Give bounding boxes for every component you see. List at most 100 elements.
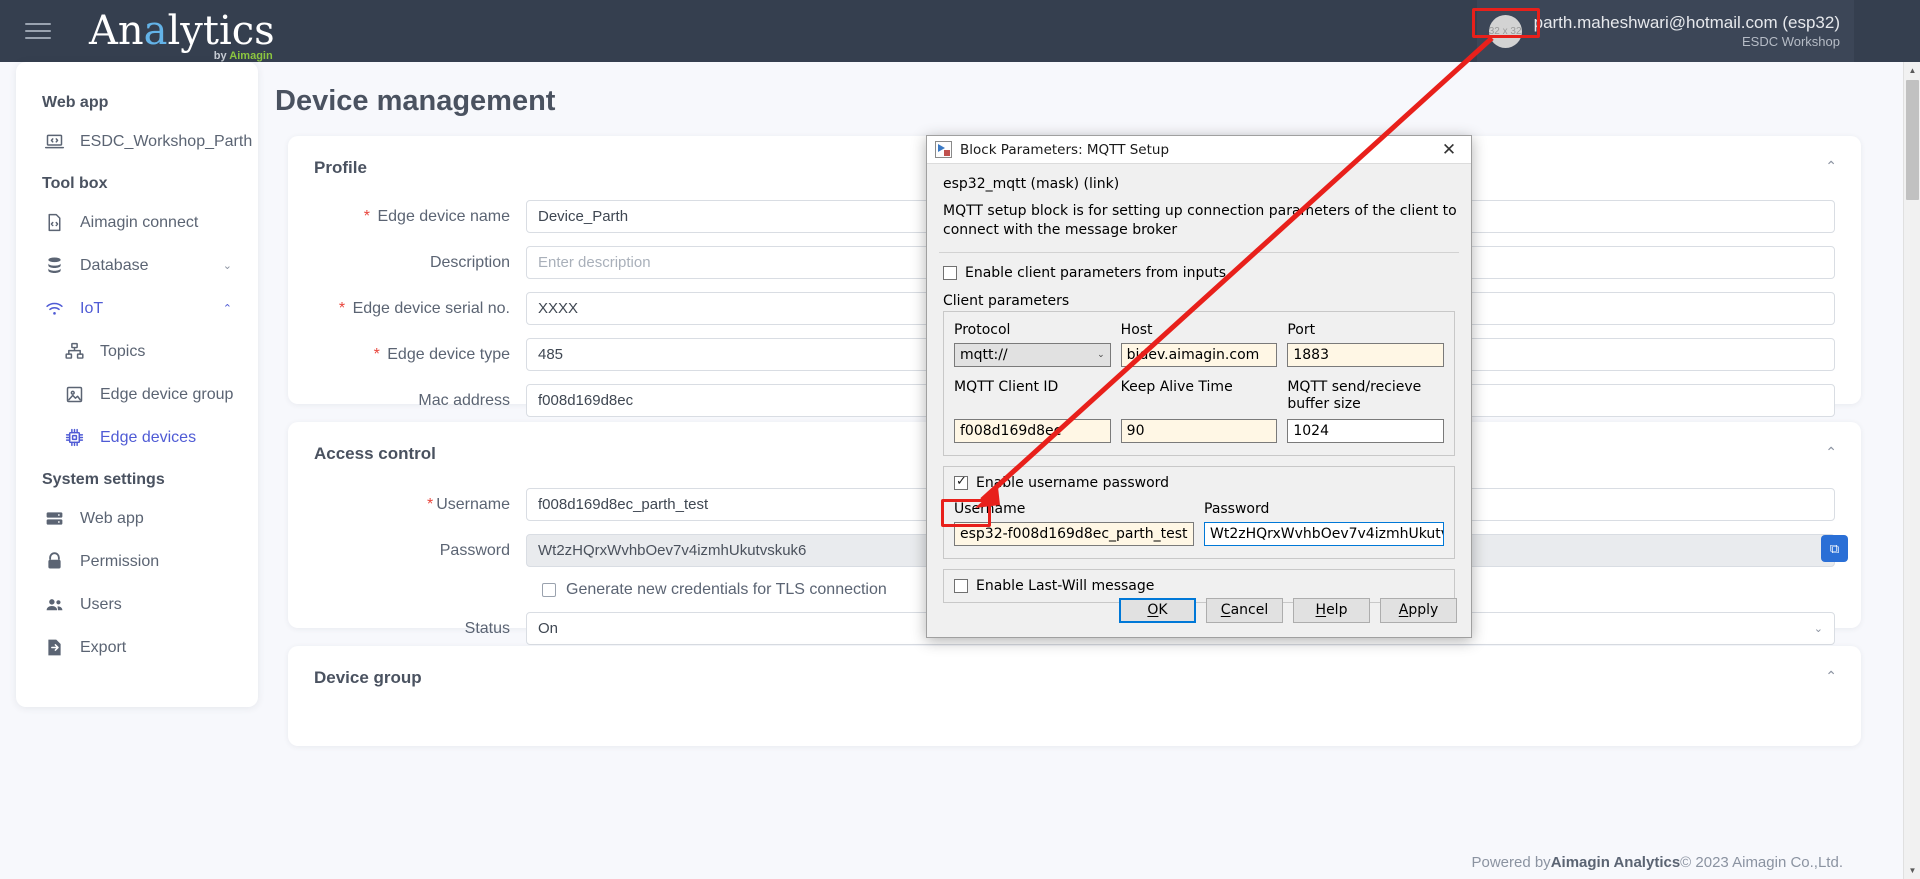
app-logo[interactable]: Analytics by Aimagin bbox=[89, 8, 275, 62]
buffer-size-field: MQTT send/recieve buffer size 1024 bbox=[1287, 379, 1445, 443]
dialog-divider bbox=[939, 252, 1459, 253]
client-id-field: MQTT Client ID f008d169d8ec bbox=[954, 379, 1111, 443]
enable-client-params-row[interactable]: Enable client parameters from inputs bbox=[943, 265, 1459, 281]
required-marker: * bbox=[363, 207, 371, 225]
ok-button[interactable]: OK bbox=[1119, 597, 1196, 623]
tls-checkbox-label: Generate new credentials for TLS connect… bbox=[566, 581, 887, 598]
mac-address-label: Mac address bbox=[418, 391, 510, 409]
device-group-card: Device group ⌃ bbox=[288, 646, 1861, 746]
buffer-size-input[interactable]: 1024 bbox=[1287, 419, 1445, 443]
sidebar-group-title: Web app bbox=[42, 94, 109, 111]
dlg-username-input[interactable]: esp32- f008d169d8ec_parth_test bbox=[954, 522, 1194, 546]
dialog-title: Block Parameters: MQTT Setup bbox=[960, 141, 1170, 158]
sidebar-item-label: IoT bbox=[80, 299, 104, 317]
footer-suffix: © 2023 Aimagin Co.,Ltd. bbox=[1680, 853, 1843, 871]
page-scrollbar[interactable]: ▲ ▼ bbox=[1903, 62, 1920, 879]
keepalive-label: Keep Alive Time bbox=[1120, 379, 1233, 395]
logo-text-part-b: lytics bbox=[167, 8, 275, 54]
device-group-collapse-icon[interactable]: ⌃ bbox=[1825, 668, 1837, 685]
dlg-password-value: Wt2zHQrxWvhbOev7v4izmhUkutvskuk6 bbox=[1210, 526, 1443, 542]
sidebar-group-title: Tool box bbox=[42, 175, 108, 192]
apply-mnemonic: A bbox=[1398, 602, 1409, 618]
chevron-down-icon: ⌄ bbox=[1097, 350, 1105, 360]
host-field: Host bidev.aimagin.com bbox=[1120, 322, 1278, 367]
sidebar: Web app ESDC_Workshop_Parth Tool box Aim… bbox=[16, 62, 258, 707]
copy-icon[interactable]: ⧉ bbox=[1821, 535, 1848, 562]
dlg-password-input[interactable]: Wt2zHQrxWvhbOev7v4izmhUkutvskuk6 bbox=[1204, 522, 1444, 546]
sidebar-item-export[interactable]: Export bbox=[16, 626, 258, 669]
enable-client-params-checkbox[interactable] bbox=[943, 266, 957, 280]
dialog-titlebar[interactable]: Block Parameters: MQTT Setup ✕ bbox=[927, 136, 1471, 164]
edge-device-type-label: * Edge device type bbox=[373, 345, 510, 363]
protocol-select[interactable]: mqtt:// ⌄ bbox=[954, 343, 1111, 367]
password-value: Wt2zHQrxWvhbOev7v4izmhUkutvskuk6 bbox=[538, 542, 807, 559]
footer-prefix: Powered by bbox=[1471, 853, 1551, 871]
sitemap-icon bbox=[62, 340, 86, 364]
protocol-value: mqtt:// bbox=[960, 347, 1008, 363]
sidebar-item-permission[interactable]: Permission bbox=[16, 540, 258, 583]
scroll-down-arrow-icon[interactable]: ▼ bbox=[1904, 862, 1920, 879]
cancel-button[interactable]: Cancel bbox=[1206, 597, 1283, 623]
hamburger-icon[interactable] bbox=[25, 18, 51, 44]
close-icon[interactable]: ✕ bbox=[1427, 136, 1471, 164]
sidebar-item-edge-device-group[interactable]: Edge device group bbox=[16, 373, 258, 416]
buffer-size-label: MQTT send/recieve buffer size bbox=[1287, 379, 1422, 412]
simulink-block-icon bbox=[935, 141, 952, 158]
sidebar-item-users[interactable]: Users bbox=[16, 583, 258, 626]
sidebar-item-label: Permission bbox=[80, 552, 160, 570]
apply-button[interactable]: Apply bbox=[1380, 597, 1457, 623]
ok-rest: K bbox=[1158, 602, 1168, 618]
lock-icon bbox=[42, 550, 66, 574]
logo-by: by bbox=[213, 50, 230, 62]
sidebar-item-aimagin-connect[interactable]: Aimagin connect bbox=[16, 201, 258, 244]
enable-userpass-row[interactable]: Enable username password bbox=[954, 474, 1444, 491]
sidebar-item-edge-devices[interactable]: Edge devices bbox=[16, 416, 258, 459]
required-marker: * bbox=[426, 495, 434, 513]
sidebar-item-iot[interactable]: IoT ⌃ bbox=[16, 287, 258, 330]
sidebar-item-label: Edge devices bbox=[100, 428, 197, 446]
sidebar-item-label: Web app bbox=[80, 509, 144, 527]
sidebar-group-title: System settings bbox=[42, 471, 165, 488]
file-code-icon bbox=[42, 211, 66, 235]
page-title: Device management bbox=[275, 85, 556, 117]
edge-device-name-label: * Edge device name bbox=[363, 207, 510, 225]
host-input[interactable]: bidev.aimagin.com bbox=[1120, 343, 1278, 367]
tls-checkbox[interactable] bbox=[542, 583, 556, 597]
client-parameters-legend: Client parameters bbox=[943, 293, 1070, 309]
dlg-username-label: Username bbox=[954, 501, 1026, 517]
sidebar-item-label: Topics bbox=[100, 342, 146, 360]
client-id-input[interactable]: f008d169d8ec bbox=[954, 419, 1111, 443]
chevron-icon[interactable]: ⌄ bbox=[223, 259, 232, 272]
mqtt-setup-dialog: Block Parameters: MQTT Setup ✕ esp32_mqt… bbox=[926, 135, 1472, 638]
keepalive-input[interactable]: 90 bbox=[1120, 419, 1278, 443]
dialog-subtitle: esp32_mqtt (mask) (link) bbox=[943, 176, 1120, 192]
user-menu[interactable]: 32 x 32 parth.maheshwari@hotmail.com (es… bbox=[1476, 0, 1854, 62]
protocol-label: Protocol bbox=[954, 322, 1011, 338]
profile-collapse-icon[interactable]: ⌃ bbox=[1825, 158, 1837, 175]
scrollbar-thumb[interactable] bbox=[1906, 80, 1919, 200]
sidebar-item-esdc-workshop-parth[interactable]: ESDC_Workshop_Parth bbox=[16, 120, 258, 163]
chevron-icon[interactable]: ⌃ bbox=[223, 302, 232, 315]
export-icon bbox=[42, 636, 66, 660]
sidebar-item-label: Aimagin connect bbox=[80, 213, 199, 231]
dlg-username-field: Username esp32- f008d169d8ec_parth_test bbox=[954, 501, 1194, 546]
sidebar-item-label: Export bbox=[80, 638, 127, 656]
server-icon bbox=[42, 507, 66, 531]
edge-device-serial-no-label: * Edge device serial no. bbox=[338, 299, 510, 317]
enable-client-params-label: Enable client parameters from inputs bbox=[965, 265, 1227, 281]
description-label: Description bbox=[429, 253, 510, 271]
scroll-up-arrow-icon[interactable]: ▲ bbox=[1904, 62, 1920, 79]
top-bar: Analytics by Aimagin 32 x 32 parth.mahes… bbox=[0, 0, 1920, 62]
enable-userpass-checkbox[interactable] bbox=[954, 474, 968, 490]
port-input[interactable]: 1883 bbox=[1287, 343, 1445, 367]
username-label: * Username bbox=[426, 495, 510, 513]
access-control-collapse-icon[interactable]: ⌃ bbox=[1825, 444, 1837, 461]
logo-text-accent: a bbox=[143, 8, 168, 54]
sidebar-item-web-app[interactable]: Web app bbox=[16, 497, 258, 540]
sidebar-item-label: ESDC_Workshop_Parth bbox=[80, 132, 253, 150]
logo-brand: Aimagin bbox=[229, 50, 273, 62]
sidebar-item-database[interactable]: Database ⌄ bbox=[16, 244, 258, 287]
logo-subtitle: by Aimagin bbox=[214, 50, 273, 62]
help-button[interactable]: Help bbox=[1293, 597, 1370, 623]
sidebar-item-topics[interactable]: Topics bbox=[16, 330, 258, 373]
